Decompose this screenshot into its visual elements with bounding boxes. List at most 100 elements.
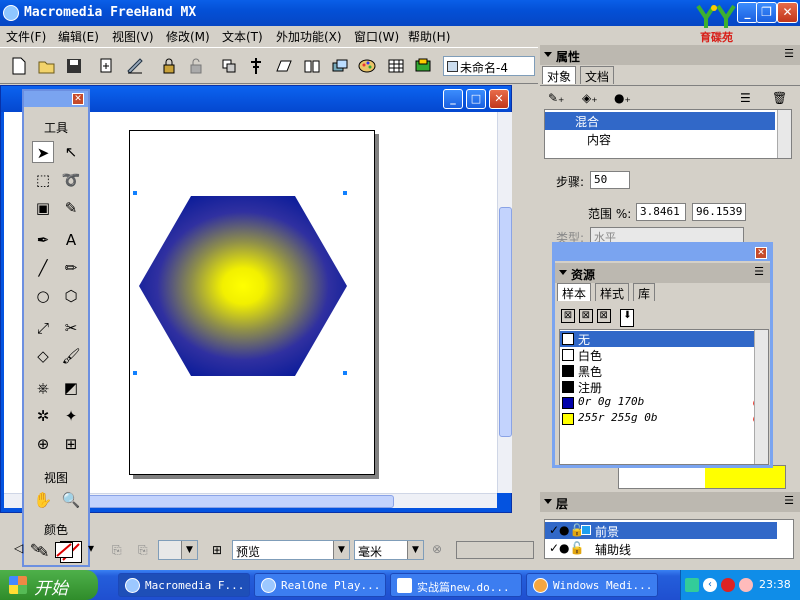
prev-page-icon[interactable]: ⎘ [138, 543, 148, 558]
page-number-select[interactable]: ▼ [158, 540, 198, 560]
layers-icon[interactable] [331, 57, 349, 75]
extrude-tool-icon[interactable]: ◩ [60, 377, 82, 399]
layer-foreground[interactable]: ✓●🔓 前景 [545, 522, 777, 539]
horizontal-scroll-thumb[interactable] [84, 495, 394, 508]
tab-document[interactable]: 文档 [580, 66, 615, 84]
task-windows-media[interactable]: Windows Medi... [526, 573, 658, 597]
units-arrow[interactable]: ▼ [407, 541, 423, 559]
cancel-render-icon[interactable]: ⊗ [432, 542, 442, 556]
selection-handle-br[interactable] [343, 371, 347, 375]
library-icon[interactable] [303, 57, 321, 75]
hand-tool-icon[interactable]: ✋ [32, 489, 54, 511]
fill-swatch-icon[interactable]: ⊠ [578, 309, 593, 323]
pencil-tool-icon[interactable]: ✏ [60, 257, 82, 279]
blend-tool-icon[interactable]: ⎈ [32, 377, 54, 399]
layer-guides[interactable]: ✓●🔓 辅助线 [545, 540, 777, 557]
transform-icon[interactable] [275, 57, 293, 75]
range-start-input[interactable]: 3.8461 [636, 203, 686, 221]
dropdown-arrow-icon[interactable]: ▾ [88, 541, 94, 555]
menu-file[interactable]: 文件(F) [6, 28, 46, 45]
swatch-white[interactable]: 白色 [560, 347, 768, 363]
add-effect-icon[interactable]: ●₊ [614, 91, 631, 105]
save-icon[interactable] [65, 57, 83, 75]
pointer-tool-icon[interactable]: ➤ [32, 141, 54, 163]
page-tool-icon[interactable]: ⬚ [32, 169, 54, 191]
layer-visible-check-icon[interactable]: ✓●🔓 [549, 523, 584, 537]
tree-scrollbar[interactable] [777, 110, 791, 158]
trace-tool-icon[interactable]: ▣ [32, 197, 54, 219]
ellipse-tool-icon[interactable]: ○ [32, 285, 54, 307]
units-select[interactable]: 毫米 ▼ [354, 540, 424, 560]
stroke-swatch-icon[interactable]: ⊠ [561, 309, 575, 323]
add-page-icon[interactable]: ⊞ [212, 543, 222, 557]
brush-tool-icon[interactable]: 🖌 [60, 345, 82, 367]
steps-input[interactable]: 50 [590, 171, 630, 189]
selection-handle-tr[interactable] [343, 191, 347, 195]
page-select-arrow[interactable]: ▼ [181, 541, 197, 559]
swatch-registration[interactable]: 注册 [560, 379, 768, 395]
menu-text[interactable]: 文本(T) [222, 28, 263, 45]
menu-edit[interactable]: 编辑(E) [58, 28, 99, 45]
connector-tool-icon[interactable]: ⊞ [60, 433, 82, 455]
menu-view[interactable]: 视图(V) [112, 28, 154, 45]
doc-minimize-button[interactable]: _ [443, 89, 463, 109]
blend-hexagon[interactable] [134, 187, 354, 377]
assets-panel-header[interactable]: 资源 ☰ [555, 263, 770, 283]
add-to-swatches-arrow-icon[interactable]: ⬇ [620, 309, 635, 327]
menu-window[interactable]: 窗口(W) [354, 28, 399, 45]
swatch-yellow[interactable]: 255r 255g 0b🔴 [560, 411, 768, 427]
delete-item-icon[interactable]: 🗑 [772, 91, 787, 105]
tools-panel-header[interactable]: ✕ [24, 91, 88, 107]
subselect-tool-icon[interactable]: ↖ [60, 141, 82, 163]
text-tool-icon[interactable]: A [60, 229, 82, 251]
tree-item-blend[interactable]: 混合 [545, 112, 775, 130]
menu-xtras[interactable]: 外加功能(X) [276, 28, 342, 45]
close-button[interactable]: ✕ [777, 2, 798, 23]
vertical-scrollbar[interactable] [497, 112, 512, 493]
properties-panel-header[interactable]: 属性 ☰ [540, 45, 800, 65]
color-mixer-icon[interactable] [358, 57, 376, 75]
new-document-icon[interactable] [10, 57, 28, 75]
tab-library[interactable]: 库 [633, 283, 656, 301]
swatch-none[interactable]: 无 [560, 331, 768, 347]
task-realone[interactable]: RealOne Play... [254, 573, 386, 597]
symbol-tool-icon[interactable]: ✲ [32, 405, 54, 427]
menu-modify[interactable]: 修改(M) [166, 28, 210, 45]
task-word-document[interactable]: 实战篇new.do... [390, 573, 522, 597]
tree-item-contents[interactable]: 内容 [545, 130, 775, 148]
realone-tray-icon[interactable] [721, 578, 735, 592]
lock-icon[interactable] [160, 57, 178, 75]
display-mode-arrow[interactable]: ▼ [333, 541, 349, 559]
link-tool-icon[interactable]: ⊕ [32, 433, 54, 455]
align-icon[interactable] [247, 57, 265, 75]
zoom-arrow-icon[interactable]: ◁ [14, 541, 23, 555]
selection-handle-bl[interactable] [133, 371, 137, 375]
selection-handle-tl[interactable] [133, 191, 137, 195]
graphic-hose-icon[interactable]: ✦ [60, 405, 82, 427]
swatch-blue[interactable]: 0r 0g 170b🔴 [560, 395, 768, 411]
panel-options-icon[interactable]: ☰ [784, 47, 794, 60]
line-tool-icon[interactable]: ╱ [32, 257, 54, 279]
swatch-black[interactable]: 黑色 [560, 363, 768, 379]
layers-panel-header[interactable]: 层 ☰ [540, 492, 800, 512]
layers-options-icon[interactable]: ☰ [784, 494, 794, 507]
group-icon[interactable] [220, 57, 238, 75]
fill-none-status-icon[interactable] [55, 542, 73, 558]
first-page-icon[interactable]: ⎘ [112, 543, 122, 558]
polygon-tool-icon[interactable]: ⬡ [60, 285, 82, 307]
import-icon[interactable] [98, 57, 116, 75]
guides-visible-check-icon[interactable]: ✓●🔓 [549, 541, 584, 555]
range-end-input[interactable]: 96.1539 [692, 203, 746, 221]
eraser-tool-icon[interactable]: ◇ [32, 345, 54, 367]
eyedropper-tool-icon[interactable]: ✎ [60, 197, 82, 219]
back-tray-icon[interactable]: ‹ [703, 578, 717, 592]
display-mode-select[interactable]: 预览 ▼ [232, 540, 350, 560]
network-tray-icon[interactable] [685, 578, 699, 592]
layers-collapse-icon[interactable] [544, 499, 552, 504]
pencil-status-icon[interactable]: ✎ [30, 542, 41, 557]
pen-tool-icon[interactable]: ✒ [32, 229, 54, 251]
zoom-tool-icon[interactable]: 🔍 [60, 489, 82, 511]
doc-maximize-button[interactable]: □ [466, 89, 486, 109]
start-button[interactable]: 开始 [0, 570, 98, 600]
swatches-icon[interactable] [414, 57, 432, 75]
